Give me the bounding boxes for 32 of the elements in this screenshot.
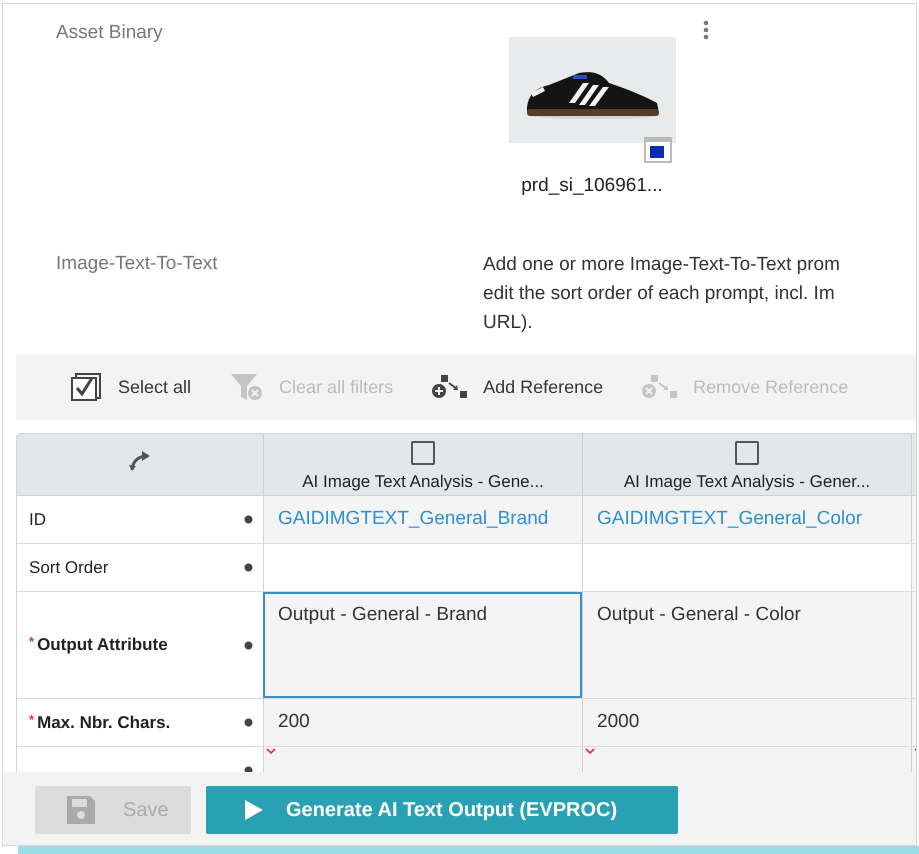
column-header: AI Image Text Analysis - Gene... [302,471,544,493]
toolbar-button[interactable]: Select all [70,372,192,402]
toolbar-button[interactable]: Add Reference [431,373,604,401]
table-cell: 2000 [597,711,640,732]
row-label: * Output Attribute [29,633,168,656]
select-all-icon [70,372,104,402]
row-label: * Max. Nbr. Chars. [29,710,170,734]
table-cell: 200 [278,711,310,732]
bullet-icon [244,515,253,524]
more-options-icon[interactable] [703,20,709,40]
chevron-down-icon [266,748,276,754]
field-description: Add one or more Image-Text-To-Text prom edit the sort order of each prompt, incl. Im URL). [483,253,840,335]
column-checkbox[interactable] [411,441,435,465]
image-file-icon [644,137,672,163]
bullet-icon [244,718,253,727]
field-label: Asset Binary [56,21,164,45]
column-header: AI Image Text Analysis - Gener... [624,471,870,493]
bullet-icon [244,640,253,650]
bullet-icon [244,563,253,572]
field-label: Image-Text-To-Text [56,252,219,276]
save-icon [65,794,97,826]
add-reference-icon [431,373,470,401]
row-label: Sort Order [29,556,108,579]
table-cell: Output - General - Brand [278,604,488,625]
chevron-down-icon [585,748,595,754]
file-name: prd_si_106961... [521,174,663,198]
column-checkbox[interactable] [735,441,759,465]
row-label: ID [29,508,46,531]
remove-reference-icon [641,373,680,401]
play-icon [244,798,264,820]
generate-button[interactable]: Generate AI Text Output (EVPROC) [206,786,678,834]
table-cell: Output - General - Color [597,604,801,625]
